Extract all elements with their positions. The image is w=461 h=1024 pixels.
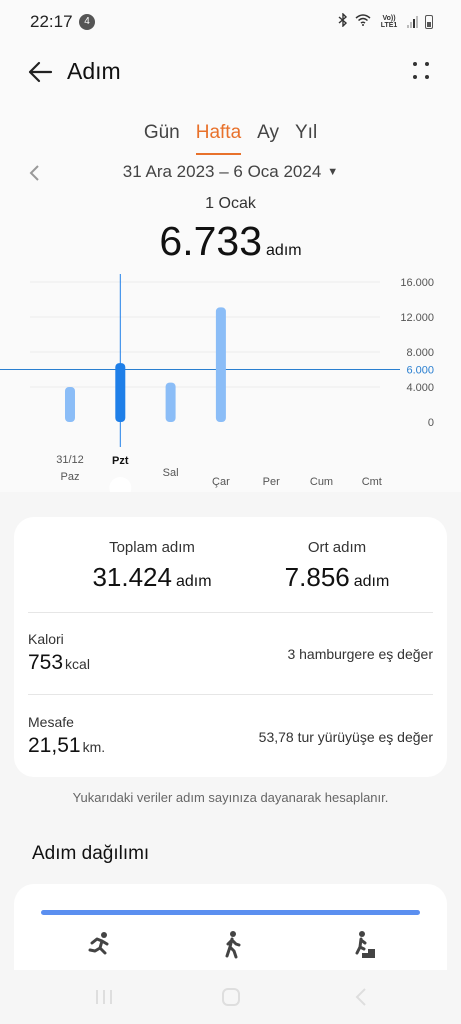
notification-count-badge: 4 <box>79 14 95 30</box>
x-date-label: 31/12 <box>56 454 84 466</box>
weekly-steps-chart[interactable]: 0 4.000 6.000 8.000 12.000 16.000 31/12 Paz Pzt S… <box>0 272 461 492</box>
x-tick-label: Çar <box>212 476 230 488</box>
calorie-unit: kcal <box>65 656 90 672</box>
running-icon <box>84 930 114 960</box>
period-tabs: Gün Hafta Ay Yıl <box>0 122 461 155</box>
selected-steps: 6.733 adım <box>0 218 461 265</box>
divider <box>28 612 433 613</box>
calorie-value: 753 <box>28 651 64 674</box>
x-tick-label: Paz <box>61 471 80 483</box>
summary-totals: Toplam adım 31.424 adım Ort adım 7.856 adı… <box>14 539 447 599</box>
x-tick-label: Cum <box>310 476 333 488</box>
bar <box>115 363 126 422</box>
y-tick-label: 4.000 <box>406 382 434 394</box>
tab-month[interactable]: Ay <box>249 122 287 152</box>
tab-day[interactable]: Gün <box>136 122 188 152</box>
page-title: Adım <box>67 58 121 84</box>
total-steps-value-line: 31.424 adım <box>52 562 252 593</box>
calorie-label: Kalori <box>28 631 64 647</box>
bluetooth-icon <box>338 12 348 30</box>
avg-steps-unit: adım <box>353 573 390 590</box>
distance-row: Mesafe 21,51 km. 53,78 tur yürüyüşe eş de… <box>28 714 433 774</box>
date-range-label: 31 Ara 2023 – 6 Oca 2024 <box>122 162 322 181</box>
battery-icon <box>425 14 433 29</box>
signal-icon <box>407 15 418 28</box>
distance-equivalent: 53,78 tur yürüyüşe eş değer <box>258 729 433 745</box>
divider <box>28 694 433 695</box>
total-steps-block: Toplam adım 31.424 adım <box>52 539 252 593</box>
summary-card: Toplam adım 31.424 adım Ort adım 7.856 adı… <box>14 517 447 777</box>
y-tick-label: 8.000 <box>406 347 434 359</box>
home-icon[interactable] <box>219 985 243 1009</box>
total-steps-value: 31.424 <box>92 562 172 592</box>
system-nav-bar <box>0 970 461 1024</box>
total-steps-label: Toplam adım <box>109 539 195 556</box>
x-tick-label: Sal <box>163 467 179 479</box>
steps-unit: adım <box>266 242 302 259</box>
distance-label: Mesafe <box>28 714 74 730</box>
chart-section: Gün Hafta Ay Yıl 31 Ara 2023 – 6 Oca 202… <box>0 104 461 492</box>
y-tick-label: 0 <box>428 417 434 429</box>
tab-week[interactable]: Hafta <box>188 122 249 155</box>
distance-value: 21,51 <box>28 734 81 757</box>
app-bar: Adım <box>0 44 461 104</box>
selected-day: 1 Ocak <box>205 195 256 212</box>
distribution-bar <box>41 910 420 915</box>
bar <box>215 307 226 422</box>
wifi-icon <box>355 14 371 29</box>
distance-value-line: 21,51 km. <box>28 734 105 758</box>
status-time: 22:17 <box>30 12 73 31</box>
walking-icon <box>217 930 247 960</box>
calorie-row: Kalori 753 kcal 3 hamburgere eş değer <box>28 631 433 691</box>
y-tick-label: 16.000 <box>400 277 434 289</box>
avg-steps-block: Ort adım 7.856 adım <box>237 539 437 593</box>
back-arrow-icon[interactable] <box>26 57 56 87</box>
steps-value: 6.733 <box>159 218 263 264</box>
calorie-value-line: 753 kcal <box>28 651 90 675</box>
bar <box>65 387 75 422</box>
tab-year[interactable]: Yıl <box>287 122 325 152</box>
avg-steps-value-line: 7.856 adım <box>237 562 437 593</box>
x-tick-label: Pzt <box>112 455 129 467</box>
y-tick-label: 12.000 <box>400 312 434 324</box>
distance-unit: km. <box>82 739 106 755</box>
calorie-equivalent: 3 hamburgere eş değer <box>287 646 433 662</box>
more-options-icon[interactable] <box>411 60 431 82</box>
climbing-icon <box>348 930 378 960</box>
status-bar: 22:17 4 Vo)) LTE1 <box>0 0 461 44</box>
avg-steps-label: Ort adım <box>307 539 367 556</box>
x-tick-label: Per <box>263 476 280 488</box>
date-range-selector[interactable]: 31 Ara 2023 – 6 Oca 2024 ▼ <box>0 162 461 182</box>
avg-steps-value: 7.856 <box>284 562 350 592</box>
back-nav-icon[interactable] <box>350 985 374 1009</box>
x-tick-label: Cmt <box>362 476 382 488</box>
step-distribution-title: Adım dağılımı <box>32 843 150 864</box>
y-tick-label: 6.000 <box>406 365 434 377</box>
recent-apps-icon[interactable] <box>92 985 116 1009</box>
total-steps-unit: adım <box>175 573 212 590</box>
system-icons: Vo)) LTE1 <box>338 12 433 30</box>
network-label: Vo)) LTE1 <box>380 14 398 29</box>
data-source-note: Yukarıdaki veriler adım sayınıza dayanar… <box>72 790 389 805</box>
dropdown-caret-icon: ▼ <box>327 166 339 178</box>
chart-drag-handle <box>109 477 132 492</box>
bar <box>165 382 176 422</box>
